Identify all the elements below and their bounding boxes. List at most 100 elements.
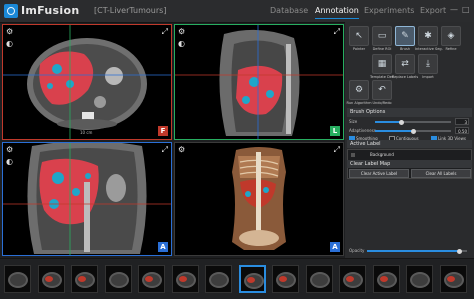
roi-icon: ▭ <box>377 31 387 41</box>
thumbnail-ct-image <box>108 272 129 288</box>
sagittal-ct-image <box>174 24 344 140</box>
adaptiveness-label: Adaptiveness <box>349 128 376 133</box>
thumbnail-ct-image <box>243 273 264 289</box>
size-slider-knob[interactable] <box>399 119 405 125</box>
undo-icon: ↶ <box>378 85 386 95</box>
thumbnail-ct-image <box>209 272 229 288</box>
replace-labels-tool-button[interactable]: ⇄ <box>395 54 415 74</box>
label-row-background[interactable]: Background <box>348 151 471 159</box>
contrast-icon[interactable]: ◐ <box>6 40 13 48</box>
settings-gear-icon[interactable]: ⚙ <box>6 146 13 154</box>
opacity-slider-knob[interactable] <box>456 248 462 254</box>
thumbnail-ct-image <box>75 272 95 288</box>
dataset-thumbnail[interactable] <box>138 265 165 293</box>
size-label: Size <box>349 119 358 124</box>
app-name: ImFusion <box>21 4 80 17</box>
thumbnail-ct-image <box>410 272 430 288</box>
refine-tool-button[interactable]: ◈ <box>441 26 461 46</box>
thumbnail-ct-image <box>443 272 464 288</box>
nav-export[interactable]: Export <box>420 6 446 15</box>
nav-annotation[interactable]: Annotation <box>315 6 359 19</box>
undo-redo-tool-button[interactable]: ↶ <box>372 80 392 100</box>
run-algorithm-icon: ⚙ <box>354 85 364 95</box>
settings-gear-icon[interactable]: ⚙ <box>178 146 185 154</box>
settings-gear-icon[interactable]: ⚙ <box>178 28 185 36</box>
thumbnail-ct-image <box>175 272 196 288</box>
contrast-icon[interactable]: ◐ <box>6 158 13 166</box>
nav-experiments[interactable]: Experiments <box>364 6 414 15</box>
interactive-seg-icon: ✱ <box>424 31 432 41</box>
annotation-side-panel: ↖ Pointer ▭ Define ROI ✎ Brush ✱ Interac… <box>345 22 474 258</box>
view-orientation-tag: L <box>330 126 340 136</box>
dataset-filmstrip <box>0 258 474 299</box>
dataset-thumbnail[interactable] <box>37 265 65 293</box>
dataset-thumbnail[interactable] <box>4 265 31 293</box>
view-orientation-tag: A <box>158 242 168 252</box>
viewport-axial[interactable]: ⚙ ◐ ⤢ 10 cm F <box>2 24 172 140</box>
interactive-seg-tool-button[interactable]: ✱ <box>418 26 438 46</box>
viewport-3d[interactable]: ⚙ ⤢ A <box>174 142 344 256</box>
dataset-thumbnail[interactable] <box>406 265 433 293</box>
thumbnail-ct-image <box>343 272 363 288</box>
adaptiveness-value-field[interactable]: 0.50 <box>455 127 469 134</box>
view-orientation-tag: F <box>158 126 168 136</box>
thumbnail-ct-image <box>41 272 62 288</box>
pointer-icon: ↖ <box>355 31 363 41</box>
maximize-view-icon[interactable]: ⤢ <box>334 28 340 36</box>
axial-ct-image <box>2 24 172 140</box>
refine-icon: ◈ <box>447 31 455 41</box>
view-orientation-tag: A <box>330 242 340 252</box>
dataset-thumbnail[interactable] <box>171 265 199 293</box>
active-label-header: Active Label <box>347 140 472 148</box>
label-name: Background <box>370 152 394 157</box>
thumbnail-ct-image <box>376 272 397 288</box>
thumbnail-ct-image <box>142 272 162 288</box>
clear-all-labels-button[interactable]: Clear All Labels <box>411 169 471 178</box>
dataset-thumbnail[interactable] <box>339 265 366 293</box>
replace-labels-icon: ⇄ <box>401 59 409 69</box>
settings-gear-icon[interactable]: ⚙ <box>6 28 13 36</box>
opacity-control: Opacity <box>345 244 474 258</box>
imfusion-logo-icon <box>4 4 18 18</box>
brush-icon: ✎ <box>401 31 409 41</box>
thumbnail-ct-image <box>309 272 330 288</box>
viewport-coronal[interactable]: ⚙ ◐ ⤢ A <box>2 142 172 256</box>
dataset-thumbnail[interactable] <box>439 265 467 293</box>
import-icon: ⤓ <box>426 59 430 69</box>
dataset-thumbnail[interactable] <box>305 265 333 293</box>
maximize-button[interactable]: □ <box>462 5 470 14</box>
template-icon: ▦ <box>377 59 387 69</box>
maximize-view-icon[interactable]: ⤢ <box>334 146 340 154</box>
dataset-thumbnail[interactable] <box>372 265 400 293</box>
dataset-thumbnail[interactable] <box>104 265 132 293</box>
maximize-view-icon[interactable]: ⤢ <box>162 146 168 154</box>
size-value-field[interactable]: 3 <box>455 118 469 125</box>
define-roi-tool-button[interactable]: ▭ <box>372 26 392 46</box>
size-slider-fill <box>375 121 402 123</box>
label-color-swatch <box>351 153 355 157</box>
minimize-button[interactable]: — <box>450 5 458 14</box>
adaptiveness-slider-knob[interactable] <box>410 128 416 134</box>
brush-tool-button[interactable]: ✎ <box>395 26 415 46</box>
tool-label: Undo/Redo <box>372 101 392 105</box>
import-tool-button[interactable]: ⤓ <box>418 54 438 74</box>
clear-active-label-button[interactable]: Clear Active Label <box>349 169 409 178</box>
dataset-thumbnail[interactable] <box>272 265 299 293</box>
pointer-tool-button[interactable]: ↖ <box>349 26 369 46</box>
run-algorithm-tool-button[interactable]: ⚙ <box>349 80 369 100</box>
volume-render-image <box>232 147 286 250</box>
viewport-sagittal[interactable]: ⚙ ◐ ⤢ L <box>174 24 344 140</box>
dataset-thumbnail[interactable] <box>238 265 266 293</box>
adaptiveness-slider-fill <box>375 130 413 132</box>
dataset-thumbnail[interactable] <box>71 265 98 293</box>
nav-database[interactable]: Database <box>270 6 308 15</box>
contrast-icon[interactable]: ◐ <box>178 40 185 48</box>
maximize-view-icon[interactable]: ⤢ <box>162 28 168 36</box>
brush-options-header: Brush Options <box>347 108 472 117</box>
dataset-thumbnail[interactable] <box>205 265 232 293</box>
tool-label: Refine <box>445 47 457 51</box>
document-name: [CT-LiverTumours] <box>94 6 167 15</box>
scale-bar-label: 10 cm <box>80 130 93 135</box>
template-tool-button[interactable]: ▦ <box>372 54 392 74</box>
title-bar: ImFusion [CT-LiverTumours] Database Anno… <box>0 0 474 23</box>
